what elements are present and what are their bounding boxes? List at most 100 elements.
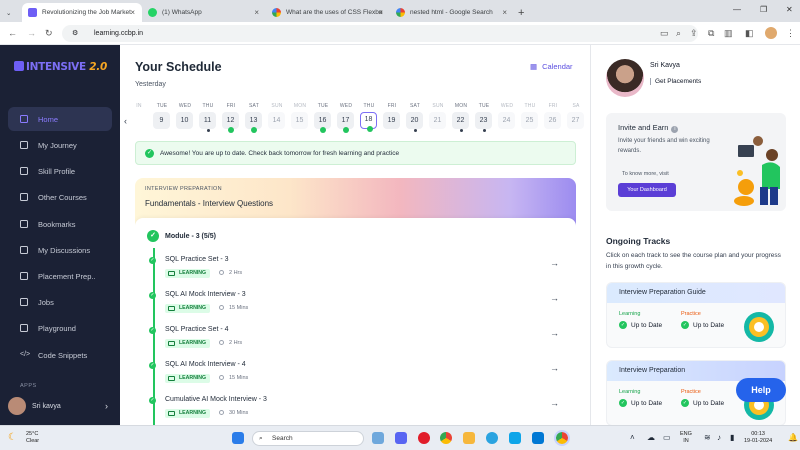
arrow-right-icon[interactable]: → (550, 258, 559, 268)
date-cell[interactable]: SAT 20 (406, 103, 424, 132)
date-cell[interactable]: THU 11 (199, 103, 217, 132)
date-cell[interactable]: TUE 16 (314, 103, 332, 133)
language-indicator[interactable]: ENG IN (680, 431, 692, 445)
back-arrow-icon[interactable]: ← (8, 28, 17, 38)
module-item[interactable]: ✓ SQL Practice Set - 3 LEARNING 2 Hrs → (149, 256, 569, 286)
chrome-icon[interactable] (440, 432, 452, 444)
browser-tab[interactable]: What are the uses of CSS Flexbo × (266, 3, 390, 22)
sidebar-item-placement-prep[interactable]: Placement Prep.. (8, 264, 112, 288)
url-input[interactable]: ⚙ learning.ccbp.in (62, 25, 698, 42)
sidebar-item-my-discussions[interactable]: My Discussions (8, 238, 112, 262)
new-tab-plus-icon[interactable]: + (518, 7, 524, 19)
split-icon[interactable]: ▥ (724, 28, 733, 39)
minimize-icon[interactable]: — (733, 5, 741, 14)
mail-icon[interactable] (532, 432, 544, 444)
battery-status-icon[interactable]: ▮ (730, 433, 734, 442)
sidebar-item-other-courses[interactable]: Other Courses (8, 185, 112, 209)
date-cell[interactable]: FRI 26 (544, 103, 562, 129)
sidebar-item-skill-profile[interactable]: Skill Profile (8, 159, 112, 183)
date-cell[interactable]: FRI 12 (222, 103, 240, 133)
module-item[interactable]: ✓ Cumulative AI Mock Interview - 3 LEARNIN… (149, 396, 569, 425)
date-cell[interactable]: TUE 9 (153, 103, 171, 129)
profile-avatar[interactable] (606, 59, 644, 97)
date-cell[interactable]: SA 27 (567, 103, 585, 129)
edge-icon[interactable] (509, 432, 521, 444)
window-close-icon[interactable]: ✕ (786, 5, 793, 14)
module-item[interactable]: ✓ SQL AI Mock Interview - 3 LEARNING 15 Min… (149, 291, 569, 321)
browser-tab-active[interactable]: Revolutionizing the Job Market × (22, 3, 142, 22)
sidebar-item-bookmarks[interactable]: Bookmarks (8, 212, 112, 236)
sidebar-item-playground[interactable]: Playground (8, 316, 112, 340)
day-number: 24 (498, 112, 515, 129)
sidebar-item-code-snippets[interactable]: </> Code Snippets (8, 343, 112, 367)
notification-bell-icon[interactable]: 🔔 (788, 433, 798, 442)
sidebar-item-my-journey[interactable]: My Journey (8, 133, 112, 157)
sidebar-item-jobs[interactable]: Jobs (8, 290, 112, 314)
zoom-icon[interactable]: ⌕ (676, 28, 681, 39)
date-cell[interactable]: SUN 21 (429, 103, 447, 129)
module-heading[interactable]: ✓ Module - 3 (5/5) (147, 230, 216, 242)
date-cell[interactable]: MON 22 (452, 103, 470, 132)
file-explorer-icon[interactable] (463, 432, 475, 444)
date-cell[interactable]: WED 10 (176, 103, 194, 129)
date-cell[interactable]: MON 15 (291, 103, 309, 129)
date-cell[interactable]: WED 24 (498, 103, 516, 129)
date-cell[interactable]: THU 18 (360, 103, 378, 132)
opera-icon[interactable] (418, 432, 430, 444)
date-cell[interactable]: IN (130, 103, 148, 109)
chevron-up-icon[interactable]: ˄ (630, 433, 635, 442)
close-icon[interactable]: × (254, 8, 259, 17)
date-cell[interactable]: THU 25 (521, 103, 539, 129)
maximize-icon[interactable]: ❐ (760, 5, 767, 14)
module-item[interactable]: ✓ SQL AI Mock Interview - 4 LEARNING 15 Min… (149, 361, 569, 391)
volume-icon[interactable]: ♪ (717, 433, 721, 442)
close-icon[interactable]: × (378, 8, 383, 17)
arrow-right-icon[interactable]: → (550, 363, 559, 373)
your-dashboard-button[interactable]: Your Dashboard (618, 183, 676, 197)
taskbar-search[interactable]: ⌕ Search (252, 431, 364, 446)
date-cell[interactable]: TUE 23 (475, 103, 493, 132)
date-cell[interactable]: SAT 13 (245, 103, 263, 133)
teams-icon[interactable] (395, 432, 407, 444)
module-item[interactable]: ✓ SQL Practice Set - 4 LEARNING 2 Hrs → (149, 326, 569, 356)
browser-tab[interactable]: (1) WhatsApp × (142, 3, 266, 22)
profile-avatar-icon[interactable] (765, 27, 777, 39)
sidebar-user-profile[interactable]: Sri kavya › (8, 395, 112, 417)
chevron-left-icon[interactable]: ‹ (124, 116, 127, 126)
chrome-active-icon[interactable] (554, 430, 570, 446)
telegram-icon[interactable] (486, 432, 498, 444)
site-info-icon[interactable]: ⚙ (72, 25, 78, 42)
calendar-button[interactable]: ▦ Calendar (530, 62, 573, 71)
brand-logo[interactable]: INTENSIVE 2.0 (14, 61, 107, 73)
menu-kebab-icon[interactable]: ⋮ (786, 28, 795, 39)
arrow-right-icon[interactable]: → (550, 398, 559, 408)
date-cell[interactable]: FRI 19 (383, 103, 401, 129)
sidebar-item-home[interactable]: Home (8, 107, 112, 131)
cloud-icon[interactable]: ☁ (647, 433, 655, 442)
wifi-icon[interactable]: ≋ (704, 433, 711, 442)
arrow-right-icon[interactable]: → (550, 293, 559, 303)
tab-search-button[interactable]: ⌄ (0, 3, 22, 22)
reload-icon[interactable]: ↻ (45, 28, 53, 39)
weather-widget[interactable]: 25°C Clear (26, 431, 39, 445)
share-icon[interactable]: ⇪ (690, 28, 698, 39)
forward-arrow-icon[interactable]: → (27, 28, 36, 38)
extensions-icon[interactable]: ⧉ (708, 28, 714, 39)
arrow-right-icon[interactable]: → (550, 328, 559, 338)
browser-tab[interactable]: nested html - Google Search × (390, 3, 514, 22)
info-icon[interactable]: i (671, 126, 679, 133)
windows-start-icon[interactable] (232, 432, 244, 444)
battery-icon[interactable]: ▭ (663, 433, 671, 442)
side-panel-icon[interactable]: ◧ (745, 28, 754, 39)
widgets-icon[interactable] (372, 432, 384, 444)
date-cell[interactable]: WED 17 (337, 103, 355, 133)
day-name: MON (293, 103, 307, 109)
close-icon[interactable]: × (502, 8, 507, 17)
clock[interactable]: 00:13 19-01-2024 (744, 431, 772, 445)
install-icon[interactable]: ▭ (660, 28, 669, 39)
date-cell[interactable]: SUN 14 (268, 103, 286, 129)
help-button[interactable]: Help (736, 378, 786, 402)
close-icon[interactable]: × (130, 8, 135, 17)
track-card[interactable]: Interview Preparation Guide Learning ✓ Up… (606, 282, 786, 348)
get-placements-link[interactable]: Get Placements (650, 78, 701, 85)
